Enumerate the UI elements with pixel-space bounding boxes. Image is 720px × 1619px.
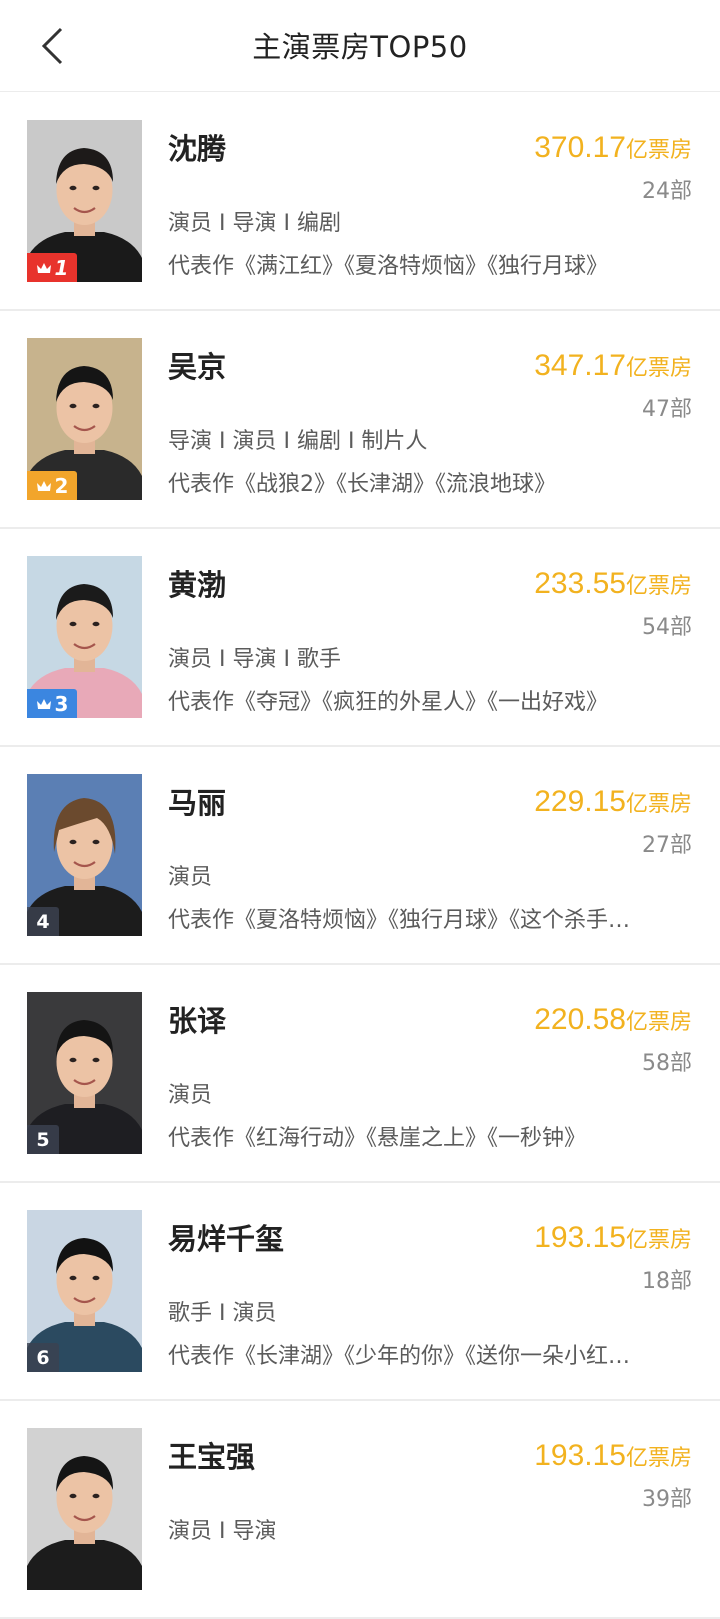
box-office-unit: 亿票房: [625, 792, 692, 817]
box-office-unit: 亿票房: [625, 574, 692, 599]
film-count: 18部: [642, 1269, 692, 1294]
app-header: 主演票房TOP50: [0, 0, 720, 92]
actor-name: 马丽: [168, 786, 227, 820]
box-office-unit: 亿票房: [625, 356, 692, 381]
actor-row[interactable]: 1 沈腾 370.17亿票房 24部演员 I 导演 I 编剧代表作《满江红》《夏洛特烦…: [0, 93, 720, 311]
actor-row[interactable]: 4 马丽 229.15亿票房 27部演员代表作《夏洛特烦恼》《独行月球》《这个杀手…: [0, 747, 720, 965]
avatar-photo: [27, 1428, 142, 1590]
box-office: 233.55亿票房: [534, 567, 692, 601]
rank-number: 2: [54, 473, 69, 498]
avatar: 1: [27, 120, 142, 282]
avatar: [27, 1428, 142, 1590]
film-count: 58部: [642, 1051, 692, 1076]
representative-works: 代表作《红海行动》《悬崖之上》《一秒钟》: [168, 1126, 587, 1151]
avatar: 6: [27, 1210, 142, 1372]
actor-name: 黄渤: [168, 568, 227, 602]
box-office: 193.15亿票房: [534, 1439, 692, 1473]
box-office: 229.15亿票房: [534, 785, 692, 819]
actor-name: 易烊千玺: [168, 1222, 285, 1256]
actor-name: 吴京: [168, 350, 227, 384]
box-office-unit: 亿票房: [625, 1446, 692, 1471]
avatar: 5: [27, 992, 142, 1154]
box-office-value: 193.15: [534, 1221, 626, 1254]
box-office: 220.58亿票房: [534, 1003, 692, 1037]
actor-roles: 导演 I 演员 I 编剧 I 制片人: [168, 429, 428, 454]
film-count: 39部: [642, 1487, 692, 1512]
box-office-unit: 亿票房: [625, 138, 692, 163]
rank-badge: 4: [27, 907, 59, 936]
rank-badge: 3: [27, 689, 77, 718]
avatar: 4: [27, 774, 142, 936]
rank-badge: 5: [27, 1125, 59, 1154]
actor-roles: 歌手 I 演员: [168, 1301, 277, 1326]
film-count: 47部: [642, 397, 692, 422]
actor-name: 王宝强: [168, 1440, 256, 1474]
crown-icon: [36, 698, 51, 709]
avatar: 3: [27, 556, 142, 718]
actor-roles: 演员: [168, 1083, 213, 1108]
box-office: 193.15亿票房: [534, 1221, 692, 1255]
rank-badge: 6: [27, 1343, 59, 1372]
actor-name: 张译: [168, 1004, 227, 1038]
box-office: 370.17亿票房: [534, 131, 692, 165]
actor-row[interactable]: 2 吴京 347.17亿票房 47部导演 I 演员 I 编剧 I 制片人代表作《战狼2…: [0, 311, 720, 529]
box-office-unit: 亿票房: [625, 1010, 692, 1035]
representative-works: 代表作《战狼2》《长津湖》《流浪地球》: [168, 472, 556, 497]
actor-row[interactable]: 5 张译 220.58亿票房 58部演员代表作《红海行动》《悬崖之上》《一秒钟》: [0, 965, 720, 1183]
crown-icon: [36, 262, 51, 273]
actor-name: 沈腾: [168, 132, 227, 166]
rank-number: 1: [54, 255, 69, 280]
rank-badge: 1: [27, 253, 77, 282]
actor-roles: 演员 I 导演 I 歌手: [168, 647, 341, 672]
rank-number: 5: [36, 1128, 50, 1151]
actor-row[interactable]: 3 黄渤 233.55亿票房 54部演员 I 导演 I 歌手代表作《夺冠》《疯狂的外星…: [0, 529, 720, 747]
box-office-value: 193.15: [534, 1439, 626, 1472]
avatar: 2: [27, 338, 142, 500]
rank-badge: 2: [27, 471, 77, 500]
box-office-value: 370.17: [534, 131, 626, 164]
rank-number: 4: [36, 910, 50, 933]
actor-row[interactable]: 王宝强 193.15亿票房 39部演员 I 导演: [0, 1401, 720, 1619]
film-count: 24部: [642, 179, 692, 204]
actor-roles: 演员 I 导演 I 编剧: [168, 211, 341, 236]
box-office-value: 233.55: [534, 567, 626, 600]
representative-works: 代表作《满江红》《夏洛特烦恼》《独行月球》: [168, 254, 609, 279]
box-office: 347.17亿票房: [534, 349, 692, 383]
film-count: 54部: [642, 615, 692, 640]
rank-number: 6: [36, 1346, 50, 1369]
box-office-value: 347.17: [534, 349, 626, 382]
actor-roles: 演员 I 导演: [168, 1519, 277, 1544]
representative-works: 代表作《夏洛特烦恼》《独行月球》《这个杀手…: [168, 908, 631, 933]
rank-number: 3: [54, 691, 69, 716]
film-count: 27部: [642, 833, 692, 858]
crown-icon: [36, 480, 51, 491]
actor-row[interactable]: 6 易烊千玺 193.15亿票房 18部歌手 I 演员代表作《长津湖》《少年的你》《送…: [0, 1183, 720, 1401]
actor-roles: 演员: [168, 865, 213, 890]
box-office-value: 220.58: [534, 1003, 626, 1036]
box-office-value: 229.15: [534, 785, 626, 818]
page-title: 主演票房TOP50: [252, 30, 468, 64]
representative-works: 代表作《夺冠》《疯狂的外星人》《一出好戏》: [168, 690, 609, 715]
box-office-unit: 亿票房: [625, 1228, 692, 1253]
actor-ranking-list: 1 沈腾 370.17亿票房 24部 演员 I 导演 I 编剧 代表作《满江红》《夏洛特烦…: [0, 93, 720, 1619]
representative-works: 代表作《长津湖》《少年的你》《送你一朵小红…: [168, 1344, 631, 1369]
